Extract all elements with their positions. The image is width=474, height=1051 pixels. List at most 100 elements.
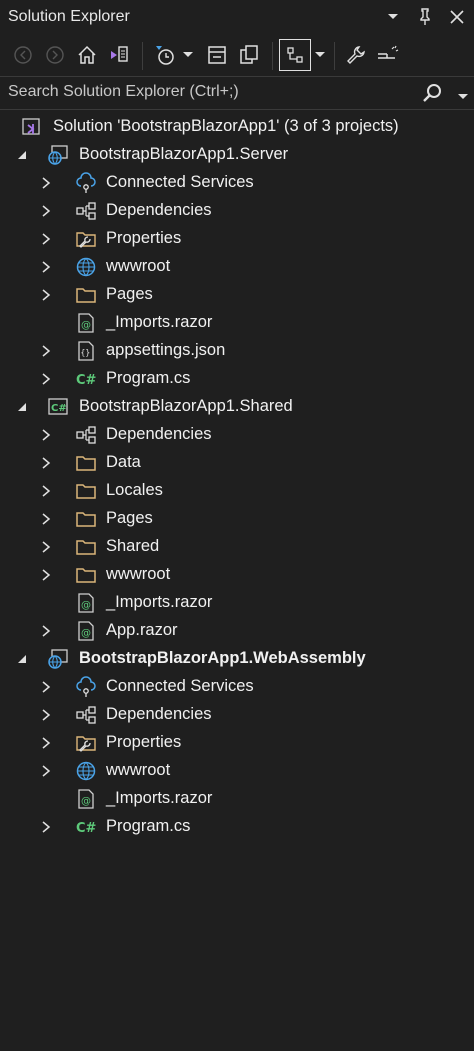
tree-item-label: Connected Services [106,173,254,191]
pin-icon[interactable] [414,6,436,28]
tree-item-label: appsettings.json [106,341,226,359]
properties-folder-icon [75,228,97,250]
tree-item-properties[interactable]: Properties [0,225,474,253]
tree-item-label: Program.cs [106,817,191,835]
svg-text:@: @ [81,320,91,331]
tree-item-label: Dependencies [106,705,212,723]
tree-item-folder[interactable]: Locales [0,477,474,505]
tree-item-folder[interactable]: Pages [0,505,474,533]
tree-item-folder[interactable]: Data [0,449,474,477]
collapsed-arrow-icon[interactable] [38,623,54,639]
folder-icon [75,452,97,474]
tree-item-file[interactable]: C# Program.cs [0,365,474,393]
panel-title: Solution Explorer [8,8,130,25]
back-icon[interactable] [8,40,38,70]
tree-item-dependencies[interactable]: Dependencies [0,701,474,729]
tree-item-file[interactable]: {} appsettings.json [0,337,474,365]
tree-item-file[interactable]: @ _Imports.razor [0,589,474,617]
expanded-arrow-icon[interactable] [14,651,30,667]
folder-icon [75,564,97,586]
collapsed-arrow-icon[interactable] [38,175,54,191]
collapsed-arrow-icon[interactable] [38,287,54,303]
svg-text:C#: C# [76,821,97,836]
pending-changes-filter-icon[interactable] [150,40,180,70]
tree-item-connected-services[interactable]: Connected Services [0,169,474,197]
tree-item-dependencies[interactable]: Dependencies [0,197,474,225]
collapsed-arrow-icon[interactable] [38,371,54,387]
dependencies-icon [75,704,97,726]
web-project-icon [47,144,69,166]
svg-text:@: @ [81,600,91,611]
tree-item-label: _Imports.razor [106,789,213,807]
sync-dropdown-icon[interactable] [310,40,330,70]
tree-item-label: Locales [106,481,163,499]
collapsed-arrow-icon[interactable] [38,707,54,723]
tree-item-project-webassembly[interactable]: BootstrapBlazorApp1.WebAssembly [0,645,474,673]
tree-item-folder[interactable]: wwwroot [0,561,474,589]
svg-text:@: @ [81,628,91,639]
collapsed-arrow-icon[interactable] [38,735,54,751]
window-position-dropdown-icon[interactable] [382,6,404,28]
expanded-arrow-icon[interactable] [14,399,30,415]
tree-item-label: _Imports.razor [106,313,213,331]
expanded-arrow-icon[interactable] [14,147,30,163]
home-icon[interactable] [72,40,102,70]
tree-item-folder[interactable]: Shared [0,533,474,561]
folder-icon [75,284,97,306]
tree-item-connected-services[interactable]: Connected Services [0,673,474,701]
solution-icon [21,116,43,138]
collapsed-arrow-icon[interactable] [38,455,54,471]
tree-item-folder[interactable]: Pages [0,281,474,309]
tree-item-wwwroot[interactable]: wwwroot [0,757,474,785]
pending-changes-dropdown-icon[interactable] [178,40,198,70]
csharp-file-icon: C# [75,368,97,390]
collapsed-arrow-icon[interactable] [38,679,54,695]
tree-item-label: Solution 'BootstrapBlazorApp1' (3 of 3 p… [53,117,399,135]
collapsed-arrow-icon[interactable] [38,567,54,583]
csharp-project-icon: C# [47,396,69,418]
collapsed-arrow-icon[interactable] [38,763,54,779]
svg-text:C#: C# [76,373,97,388]
folder-icon [75,508,97,530]
tree-item-project-server[interactable]: BootstrapBlazorApp1.Server [0,141,474,169]
tree-item-dependencies[interactable]: Dependencies [0,421,474,449]
collapsed-arrow-icon[interactable] [38,427,54,443]
razor-file-icon: @ [75,312,97,334]
search-box [0,76,474,110]
forward-icon[interactable] [40,40,70,70]
properties-wrench-icon[interactable] [341,40,371,70]
collapsed-arrow-icon[interactable] [38,259,54,275]
csharp-file-icon: C# [75,816,97,838]
collapsed-arrow-icon[interactable] [38,343,54,359]
tree-item-file[interactable]: @ _Imports.razor [0,785,474,813]
tree-item-properties[interactable]: Properties [0,729,474,757]
globe-icon [75,256,97,278]
razor-file-icon: @ [75,788,97,810]
tree-item-label: Pages [106,509,153,527]
properties-folder-icon [75,732,97,754]
tree-item-label: Properties [106,733,182,751]
search-options-dropdown-icon[interactable] [458,87,468,105]
collapsed-arrow-icon[interactable] [38,203,54,219]
tree-item-label: Program.cs [106,369,191,387]
preview-selected-items-icon[interactable] [373,40,403,70]
sync-active-document-icon[interactable] [279,39,311,71]
tree-item-solution[interactable]: Solution 'BootstrapBlazorApp1' (3 of 3 p… [0,113,474,141]
collapsed-arrow-icon[interactable] [38,231,54,247]
tree-item-file[interactable]: C# Program.cs [0,813,474,841]
collapsed-arrow-icon[interactable] [38,511,54,527]
tree-item-project-shared[interactable]: C# BootstrapBlazorApp1.Shared [0,393,474,421]
search-icon[interactable] [420,81,444,105]
collapsed-arrow-icon[interactable] [38,483,54,499]
search-input[interactable] [0,77,420,107]
globe-icon [75,760,97,782]
close-icon[interactable] [446,6,468,28]
show-all-files-icon[interactable] [234,40,264,70]
collapsed-arrow-icon[interactable] [38,539,54,555]
collapse-all-icon[interactable] [202,40,232,70]
switch-views-icon[interactable] [104,40,134,70]
tree-item-file[interactable]: @ _Imports.razor [0,309,474,337]
tree-item-wwwroot[interactable]: wwwroot [0,253,474,281]
collapsed-arrow-icon[interactable] [38,819,54,835]
tree-item-file[interactable]: @ App.razor [0,617,474,645]
